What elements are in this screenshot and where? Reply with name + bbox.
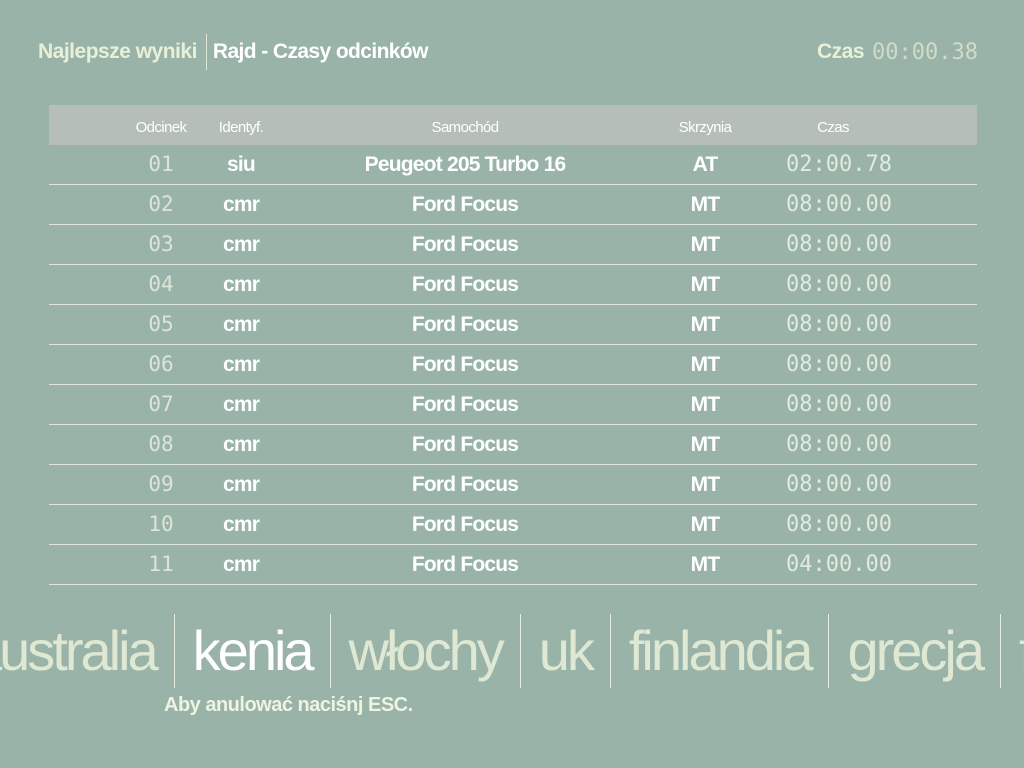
- car-name: Ford Focus: [411, 313, 519, 336]
- car-name: Peugeot 205 Turbo 16: [364, 153, 566, 176]
- country-selector[interactable]: australiakeniawłochyukfinlandiagrecjaf: [0, 614, 1024, 688]
- car-name: Ford Focus: [411, 553, 519, 576]
- car-name: Ford Focus: [411, 433, 519, 456]
- stage-number: 09: [148, 472, 174, 496]
- country-strip: australiakeniawłochyukfinlandiagrecjaf: [0, 614, 1024, 688]
- gearbox: MT: [690, 553, 721, 576]
- country-option[interactable]: australia: [0, 614, 174, 688]
- stage-number: 07: [148, 392, 174, 416]
- stage-number: 01: [148, 152, 174, 176]
- car-name: Ford Focus: [411, 233, 519, 256]
- stage-time: 08:00.00: [786, 312, 892, 337]
- cancel-hint: Aby anulować naciśnj ESC.: [164, 694, 413, 716]
- gearbox: MT: [690, 393, 721, 416]
- stage-time: 08:00.00: [786, 392, 892, 417]
- table-row: 11 cmr Ford Focus MT 04:00.00: [49, 545, 977, 585]
- driver-id: cmr: [222, 313, 260, 336]
- gearbox: AT: [692, 153, 719, 176]
- driver-id: cmr: [222, 473, 260, 496]
- table-row: 07 cmr Ford Focus MT 08:00.00: [49, 385, 977, 425]
- driver-id: cmr: [222, 233, 260, 256]
- stage-number: 06: [148, 352, 174, 376]
- car-name: Ford Focus: [411, 193, 519, 216]
- stage-number: 05: [148, 312, 174, 336]
- driver-id: cmr: [222, 433, 260, 456]
- gearbox: MT: [690, 353, 721, 376]
- gearbox: MT: [690, 433, 721, 456]
- table-header: Odcinek Identyf. Samochód Skrzynia Czas: [49, 105, 977, 145]
- car-name: Ford Focus: [411, 273, 519, 296]
- header-bar: Najlepsze wyniki Rajd - Czasy odcinków C…: [38, 34, 978, 74]
- stage-time: 08:00.00: [786, 472, 892, 497]
- driver-id: cmr: [222, 553, 260, 576]
- car-name: Ford Focus: [411, 513, 519, 536]
- table-body: 01 siu Peugeot 205 Turbo 16 AT 02:00.78 02 cmr…: [49, 145, 977, 585]
- time-value: 00:00.38: [872, 39, 978, 65]
- elapsed-time: Czas 00:00.38: [817, 34, 978, 70]
- stage-number: 03: [148, 232, 174, 256]
- car-name: Ford Focus: [411, 473, 519, 496]
- gearbox: MT: [690, 193, 721, 216]
- country-option[interactable]: finlandia: [611, 614, 829, 688]
- stage-time: 08:00.00: [786, 272, 892, 297]
- stage-time: 08:00.00: [786, 352, 892, 377]
- driver-id: cmr: [222, 353, 260, 376]
- header-divider: [205, 34, 207, 70]
- table-row: 08 cmr Ford Focus MT 08:00.00: [49, 425, 977, 465]
- country-option[interactable]: grecja: [829, 614, 1000, 688]
- table-row: 10 cmr Ford Focus MT 08:00.00: [49, 505, 977, 545]
- table-row: 01 siu Peugeot 205 Turbo 16 AT 02:00.78: [49, 145, 977, 185]
- driver-id: cmr: [222, 513, 260, 536]
- stage-number: 02: [148, 192, 174, 216]
- car-name: Ford Focus: [411, 353, 519, 376]
- stage-times-table: Odcinek Identyf. Samochód Skrzynia Czas …: [49, 105, 977, 585]
- page-title: Rajd - Czasy odcinków: [212, 40, 429, 63]
- table-row: 03 cmr Ford Focus MT 08:00.00: [49, 225, 977, 265]
- gearbox: MT: [690, 473, 721, 496]
- country-option[interactable]: włochy: [331, 614, 520, 688]
- table-row: 02 cmr Ford Focus MT 08:00.00: [49, 185, 977, 225]
- stage-number: 11: [148, 552, 174, 576]
- country-selected[interactable]: kenia: [175, 614, 330, 688]
- table-row: 04 cmr Ford Focus MT 08:00.00: [49, 265, 977, 305]
- stage-time: 02:00.78: [786, 152, 892, 177]
- gearbox: MT: [690, 233, 721, 256]
- breadcrumb: Najlepsze wyniki Rajd - Czasy odcinków: [38, 34, 428, 70]
- table-row: 09 cmr Ford Focus MT 08:00.00: [49, 465, 977, 505]
- stage-time: 08:00.00: [786, 192, 892, 217]
- stage-time: 04:00.00: [786, 552, 892, 577]
- stage-number: 10: [148, 512, 174, 536]
- country-option[interactable]: f: [1001, 614, 1024, 688]
- section-title: Najlepsze wyniki: [38, 40, 197, 63]
- table-row: 05 cmr Ford Focus MT 08:00.00: [49, 305, 977, 345]
- driver-id: cmr: [222, 273, 260, 296]
- driver-id: siu: [227, 153, 256, 176]
- gearbox: MT: [690, 313, 721, 336]
- stage-time: 08:00.00: [786, 232, 892, 257]
- time-label: Czas: [817, 40, 865, 63]
- table-row: 06 cmr Ford Focus MT 08:00.00: [49, 345, 977, 385]
- stage-number: 04: [148, 272, 174, 296]
- stage-time: 08:00.00: [786, 432, 892, 457]
- gearbox: MT: [690, 513, 721, 536]
- gearbox: MT: [690, 273, 721, 296]
- driver-id: cmr: [222, 193, 260, 216]
- country-option[interactable]: uk: [521, 614, 610, 688]
- car-name: Ford Focus: [411, 393, 519, 416]
- stage-number: 08: [148, 432, 174, 456]
- stage-time: 08:00.00: [786, 512, 892, 537]
- driver-id: cmr: [222, 393, 260, 416]
